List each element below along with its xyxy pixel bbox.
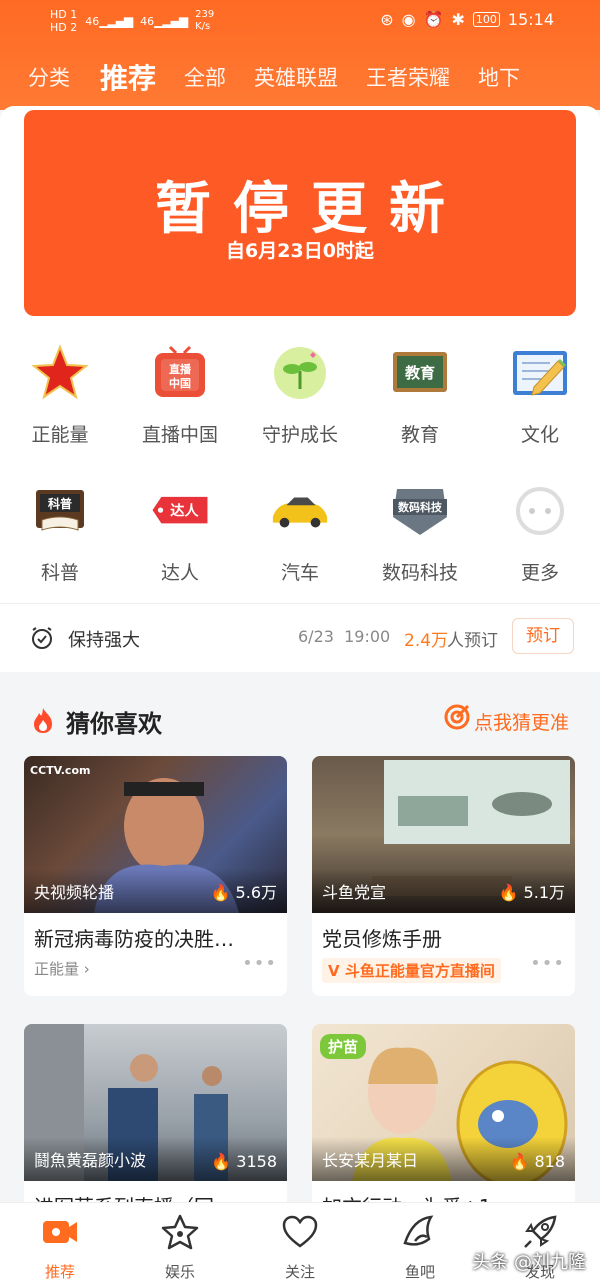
stream-tag[interactable]: 正能量 › [34,958,277,979]
tab-recommend-bottom[interactable]: 推荐 [20,1213,100,1282]
svg-text:直播: 直播 [169,362,192,376]
subscribe-count-suffix: 人预订 [447,631,498,651]
stream-title: 新冠病毒防疫的决胜… [34,927,234,951]
alarm-clock-icon [32,627,52,649]
tab-category[interactable]: 分类 [28,62,70,92]
view-count: 🔥 3158 [211,1152,277,1171]
svg-text:科普: 科普 [48,496,72,511]
eye-comfort-icon: ◉ [401,10,416,29]
science-book-icon: 科普 [29,480,91,542]
signal-2-icon: 46▁▂▄▆ [140,14,188,28]
subscribe-row: 保持强大 6/23 19:00 2.4万 人预订 预订 [0,604,600,672]
stream-card[interactable]: 护苗 长安某月某日 🔥 818 加衣行动，为爱+1 [312,1024,575,1214]
anchor-name: 长安某月某日 [322,1151,419,1170]
hd2-indicator: HD 2 [50,21,78,34]
heart-icon [282,1215,318,1248]
tab-fish-bar[interactable]: 鱼吧 [380,1213,460,1282]
grid-item-popular-science[interactable]: 科普 科普 [0,480,120,585]
alarm-icon: ⏰ [423,10,444,29]
tab-entertainment[interactable]: 娱乐 [140,1213,220,1282]
sprout-icon [269,342,331,404]
view-count: 🔥 5.6万 [210,883,277,902]
view-count: 🔥 5.1万 [498,883,565,902]
clock-time: 15:14 [507,10,554,29]
nfc-icon: ⊛ [380,10,394,29]
anchor-name: 斗鱼党宣 [322,883,387,902]
announcement-banner[interactable]: 暂停更新 自6月23日0时起 [24,110,576,316]
net-speed: 239 K/s [195,9,215,32]
expert-tag-icon: 达人 [149,480,211,542]
tab-honor-of-kings[interactable]: 王者荣耀 [366,62,450,92]
main-content: 暂停更新 自6月23日0时起 正能量 直播 中国 直播中国 守护成长 教育 教育… [0,106,600,1214]
grid-item-education[interactable]: 教育 教育 [360,342,480,447]
signal-1-icon: 46▁▂▄▆ [85,14,133,28]
blackboard-icon: 教育 [389,342,451,404]
stream-card[interactable]: CCTV.com 央视频轮播 🔥 5.6万 新冠病毒防疫的决胜… 正能量 › •… [24,756,287,996]
bluetooth-icon: ✱ [451,10,465,29]
section-title: 猜你喜欢 [66,710,162,738]
stream-card[interactable]: 鬪魚黄磊颜小波 🔥 3158 进军营系列直播（回 [24,1024,287,1214]
anchor-name: 央视频轮播 [34,883,115,902]
guess-better-link[interactable]: 点我猜更准 [474,708,569,735]
fish-fin-icon [403,1215,434,1246]
book-pencil-icon [509,342,571,404]
banner-headline: 暂停更新 [155,177,467,242]
tab-follow[interactable]: 关注 [260,1213,340,1282]
svg-text:达人: 达人 [170,502,199,519]
sports-car-icon [269,480,331,542]
tab-all[interactable]: 全部 [184,62,226,92]
live-china-tv-icon: 直播 中国 [149,342,211,404]
red-star-icon [29,342,91,404]
subscribe-datetime: 6/23 19:00 [298,627,391,646]
stream-thumbnail: 鬪魚黄磊颜小波 🔥 3158 [24,1024,287,1181]
reserve-button[interactable]: 预订 [512,618,574,654]
more-options-icon[interactable]: ••• [242,953,277,974]
stream-title: 党员修炼手册 [322,927,442,951]
grid-item-car[interactable]: 汽车 [240,480,360,585]
anchor-name: 鬪魚黄磊颜小波 [34,1151,147,1170]
banner-subtext: 自6月23日0时起 [226,240,374,262]
svg-text:数码科技: 数码科技 [398,500,443,514]
rocket-icon [524,1215,557,1248]
more-options-icon[interactable]: ••• [530,953,565,974]
grid-item-expert[interactable]: 达人 达人 [120,480,240,585]
grid-item-digital-tech[interactable]: 数码科技 数码科技 [360,480,480,585]
subscribe-title: 保持强大 [68,630,140,651]
protect-badge: 护苗 [320,1034,367,1059]
stream-thumbnail: CCTV.com 央视频轮播 🔥 5.6万 [24,756,287,913]
star-icon [161,1214,199,1250]
target-icon [444,704,470,730]
tab-underground[interactable]: 地下 [478,62,520,92]
grid-item-positive-energy[interactable]: 正能量 [0,342,120,447]
stream-tag[interactable]: V 斗鱼正能量官方直播间 [322,958,501,983]
grid-item-culture[interactable]: 文化 [480,342,600,447]
stream-card[interactable]: 斗鱼党宣 🔥 5.1万 党员修炼手册 V 斗鱼正能量官方直播间 ••• [312,756,575,996]
grid-item-guard-growth[interactable]: 守护成长 [240,342,360,447]
grid-item-more[interactable]: 更多 [480,480,600,585]
more-dots-icon [509,480,571,542]
category-tabs: 分类 推荐 全部 英雄联盟 王者荣耀 地下 [0,52,600,102]
fire-icon [34,708,52,733]
tab-lol[interactable]: 英雄联盟 [254,62,338,92]
status-bar: HD 1 HD 2 46▁▂▄▆ 46▁▂▄▆ 239 K/s ⊛ ◉ ⏰ ✱ 1… [0,0,600,44]
view-count: 🔥 818 [509,1152,565,1171]
guess-you-like-section: 猜你喜欢 点我猜更准 CCTV.com 央视频轮播 🔥 5.6万 新冠病毒防疫的… [0,672,600,1214]
battery-icon: 100 [472,12,500,27]
tech-badge-icon: 数码科技 [389,480,451,542]
watermark: 头条 @刘九隆 [472,1252,586,1273]
stream-thumbnail: 斗鱼党宣 🔥 5.1万 [312,756,575,913]
svg-text:教育: 教育 [404,364,435,382]
hd1-indicator: HD 1 [50,8,78,21]
svg-text:中国: 中国 [169,376,191,390]
subscribe-count: 2.4万 [404,631,449,651]
top-header: HD 1 HD 2 46▁▂▄▆ 46▁▂▄▆ 239 K/s ⊛ ◉ ⏰ ✱ 1… [0,0,600,110]
stream-thumbnail: 护苗 长安某月某日 🔥 818 [312,1024,575,1181]
camera-icon [43,1221,77,1243]
grid-item-live-china[interactable]: 直播 中国 直播中国 [120,342,240,447]
tab-recommend[interactable]: 推荐 [100,57,156,97]
cctv-logo: CCTV.com [30,764,91,777]
